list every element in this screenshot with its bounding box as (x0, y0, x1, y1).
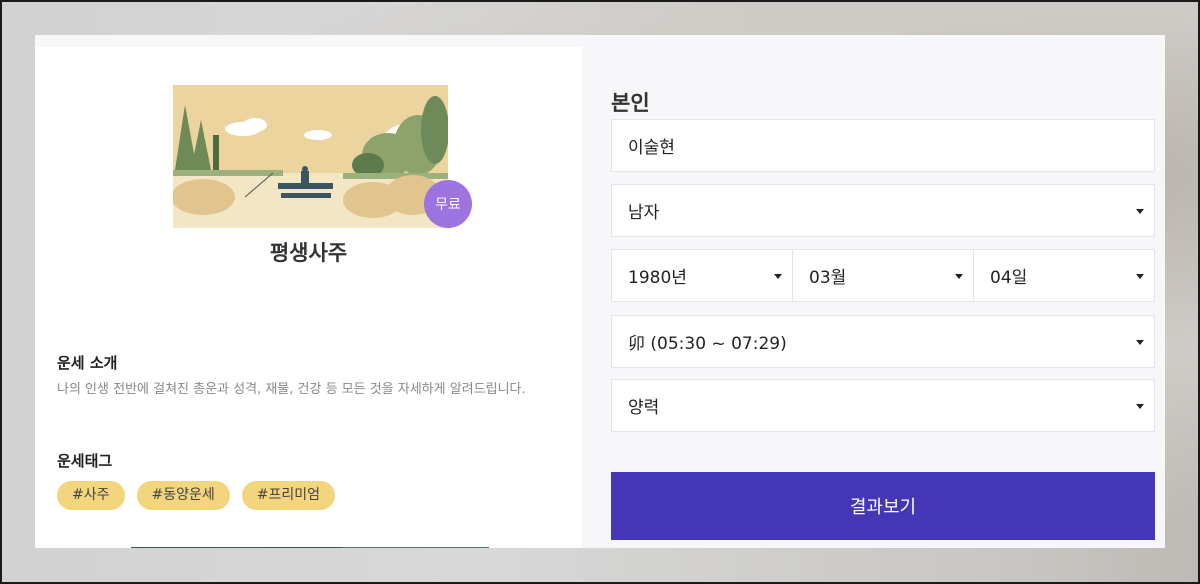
name-value: 이술현 (628, 138, 675, 158)
product-title: 평생사주 (269, 241, 348, 265)
birth-time-value: 卯 (05:30 ~ 07:29) (628, 334, 787, 354)
birth-month-select[interactable]: 03월 (792, 249, 974, 302)
caret-down-icon (1136, 273, 1144, 279)
birth-time-select[interactable]: 卯 (05:30 ~ 07:29) (611, 315, 1155, 368)
tag-saju[interactable]: #사주 (57, 481, 125, 510)
intro-description: 나의 인생 전반에 걸쳐진 총운과 성격, 재물, 건강 등 모든 것을 자세하… (57, 382, 526, 397)
birth-day-value: 04일 (990, 268, 1028, 288)
tag-premium[interactable]: #프리미엄 (241, 481, 336, 510)
landscape-illustration (171, 85, 449, 228)
caret-down-icon (774, 273, 782, 279)
calendar-type-select[interactable]: 양력 (611, 379, 1155, 432)
bottom-strip (343, 547, 489, 548)
caret-down-icon (1136, 208, 1144, 214)
product-panel: 무료 평생사주 운세 소개 나의 인생 전반에 걸쳐진 총운과 성격, 재물, … (35, 47, 582, 548)
fortune-card: 무료 평생사주 운세 소개 나의 인생 전반에 걸쳐진 총운과 성격, 재물, … (35, 35, 1165, 548)
gender-select[interactable]: 남자 (611, 184, 1155, 237)
caret-down-icon (955, 273, 963, 279)
tag-oriental-fortune[interactable]: #동양운세 (136, 481, 230, 510)
tags-heading: 운세태그 (57, 452, 113, 470)
tag-list: #사주 #동양운세 #프리미엄 (57, 481, 336, 510)
gender-value: 남자 (628, 203, 660, 223)
product-thumbnail (171, 85, 449, 228)
calendar-type-value: 양력 (628, 398, 660, 418)
bottom-strip (131, 547, 343, 548)
intro-heading: 운세 소개 (57, 354, 118, 372)
form-section-label: 본인 (611, 91, 650, 115)
birth-year-select[interactable]: 1980년 (611, 249, 793, 302)
birth-day-select[interactable]: 04일 (973, 249, 1155, 302)
view-result-button[interactable]: 결과보기 (611, 472, 1155, 540)
birth-month-value: 03월 (809, 268, 847, 288)
birth-year-value: 1980년 (628, 268, 687, 288)
free-badge: 무료 (424, 180, 472, 228)
name-input[interactable]: 이술현 (611, 119, 1155, 172)
caret-down-icon (1136, 339, 1144, 345)
caret-down-icon (1136, 403, 1144, 409)
